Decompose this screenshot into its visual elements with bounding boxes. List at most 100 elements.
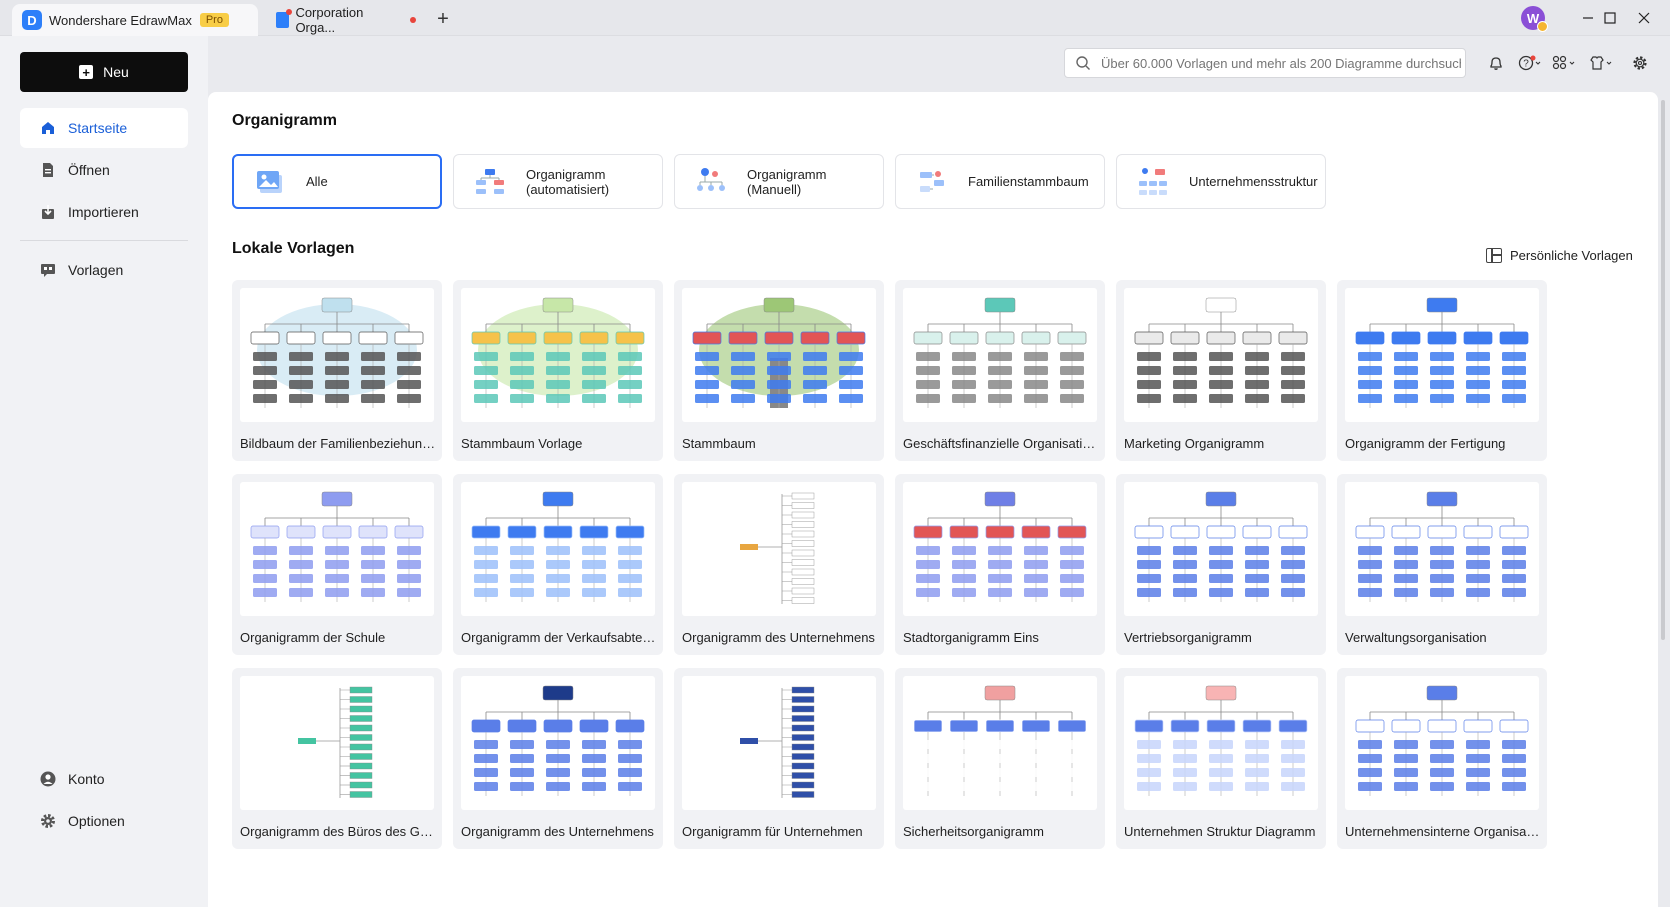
template-thumbnail[interactable] — [1124, 676, 1318, 810]
sidebar-item-vorlagen[interactable]: Vorlagen — [20, 250, 188, 290]
org-chart-preview-icon — [250, 297, 424, 408]
personal-templates-link[interactable]: Persönliche Vorlagen — [1486, 248, 1633, 263]
template-card[interactable]: Organigramm der Verkaufsabteilung — [453, 474, 663, 655]
app-name: Wondershare EdrawMax — [49, 12, 192, 28]
template-thumbnail[interactable] — [461, 288, 655, 422]
template-thumbnail[interactable] — [240, 288, 434, 422]
template-thumbnail[interactable] — [461, 482, 655, 616]
org-chart-preview-icon — [1355, 491, 1529, 602]
template-card[interactable]: Unternehmen Struktur Diagramm — [1116, 668, 1326, 849]
settings-icon — [41, 814, 55, 828]
template-label: Organigramm des Büros des Gener... — [240, 824, 436, 839]
template-thumbnail[interactable] — [461, 676, 655, 810]
sidebar-item-konto[interactable]: Konto — [20, 759, 188, 799]
template-thumbnail[interactable] — [1345, 482, 1539, 616]
category-organigramm-manuell[interactable]: Organigramm (Manuell) — [674, 154, 884, 209]
search-box[interactable] — [1064, 48, 1466, 78]
template-card[interactable]: Verwaltungsorganisation — [1337, 474, 1547, 655]
sidebar-divider — [20, 240, 188, 241]
category-section-title: Organigramm — [232, 112, 337, 129]
category-familienstammbaum[interactable]: Familienstammbaum — [895, 154, 1105, 209]
template-card[interactable]: Organigramm für Unternehmen — [674, 668, 884, 849]
template-card[interactable]: Organigramm des Unternehmens — [453, 668, 663, 849]
template-label: Bildbaum der Familienbeziehungen — [240, 436, 436, 451]
template-label: Organigramm des Unternehmens — [682, 630, 875, 645]
template-label: Organigramm für Unternehmen — [682, 824, 863, 839]
sidebar-item-label: Konto — [68, 771, 105, 787]
new-tab-button[interactable]: + — [430, 6, 456, 32]
template-card[interactable]: Organigramm der Fertigung — [1337, 280, 1547, 461]
help-icon: ? — [1518, 55, 1541, 71]
template-card[interactable]: Organigramm der Schule — [232, 474, 442, 655]
template-thumbnail[interactable] — [240, 676, 434, 810]
template-label: Marketing Organigramm — [1124, 436, 1265, 451]
org-chart-preview-icon — [250, 491, 424, 602]
template-label: Organigramm der Fertigung — [1345, 436, 1506, 451]
family-tree-icon — [920, 170, 944, 192]
category-label: Alle — [306, 174, 328, 189]
template-thumbnail[interactable] — [1345, 676, 1539, 810]
org-chart-preview-icon — [1355, 297, 1529, 408]
template-thumbnail[interactable] — [903, 482, 1097, 616]
template-thumbnail[interactable] — [682, 676, 876, 810]
notifications-button[interactable] — [1485, 54, 1507, 72]
scrollbar-thumb[interactable] — [1661, 100, 1665, 640]
templates-icon — [41, 264, 55, 277]
sidebar-item-label: Vorlagen — [68, 262, 124, 278]
org-chart-auto-icon — [476, 168, 504, 194]
template-label: Geschäftsfinanzielle Organisationss... — [903, 436, 1099, 451]
template-thumbnail[interactable] — [903, 676, 1097, 810]
bell-icon — [1490, 57, 1502, 70]
category-label: Unternehmensstruktur — [1189, 174, 1318, 189]
close-icon — [1638, 12, 1650, 24]
template-card[interactable]: Geschäftsfinanzielle Organisationss... — [895, 280, 1105, 461]
open-file-icon — [43, 163, 53, 177]
template-card[interactable]: Vertriebsorganigramm — [1116, 474, 1326, 655]
tab-home[interactable]: D Wondershare EdrawMax Pro — [12, 4, 258, 36]
template-label: Sicherheitsorganigramm — [903, 824, 1044, 839]
tab-document[interactable]: Corporation Orga... — [266, 4, 426, 36]
skin-button[interactable] — [1588, 54, 1614, 72]
template-card[interactable]: Organigramm des Unternehmens — [674, 474, 884, 655]
template-thumbnail[interactable] — [240, 482, 434, 616]
sidebar-item-startseite[interactable]: Startseite — [20, 108, 188, 148]
template-card[interactable]: Unternehmensinterne Organisatio... — [1337, 668, 1547, 849]
template-card[interactable]: Bildbaum der Familienbeziehungen — [232, 280, 442, 461]
category-label: Organigramm (automatisiert) — [526, 166, 610, 197]
org-chart-preview-icon — [298, 686, 373, 798]
apps-button[interactable] — [1551, 54, 1577, 72]
sidebar-item-oeffnen[interactable]: Öffnen — [20, 150, 188, 190]
template-thumbnail[interactable] — [1124, 482, 1318, 616]
sidebar-item-importieren[interactable]: Importieren — [20, 192, 188, 232]
sidebar-item-optionen[interactable]: Optionen — [20, 801, 188, 841]
unsaved-indicator — [410, 17, 416, 23]
help-button[interactable]: ? — [1517, 54, 1543, 72]
template-card[interactable]: Sicherheitsorganigramm — [895, 668, 1105, 849]
template-card[interactable]: Marketing Organigramm — [1116, 280, 1326, 461]
category-alle[interactable]: Alle — [232, 154, 442, 209]
template-label: Unternehmensinterne Organisatio... — [1345, 824, 1541, 839]
template-thumbnail[interactable] — [903, 288, 1097, 422]
new-button[interactable]: + Neu — [20, 52, 188, 92]
template-thumbnail[interactable] — [1124, 288, 1318, 422]
category-unternehmensstruktur[interactable]: Unternehmensstruktur — [1116, 154, 1326, 209]
category-organigramm-automatisiert[interactable]: Organigramm (automatisiert) — [453, 154, 663, 209]
template-card[interactable]: Stammbaum — [674, 280, 884, 461]
org-chart-preview-icon — [1355, 685, 1529, 796]
user-avatar[interactable]: W — [1521, 6, 1548, 32]
template-label: Unternehmen Struktur Diagramm — [1124, 824, 1316, 839]
template-thumbnail[interactable] — [682, 288, 876, 422]
settings-button[interactable] — [1629, 54, 1651, 72]
template-thumbnail[interactable] — [682, 482, 876, 616]
org-chart-preview-icon — [471, 297, 645, 408]
sidebar: + Neu Startseite Öffnen Importieren Vorl… — [0, 36, 208, 907]
org-chart-preview-icon — [1134, 491, 1308, 602]
template-card[interactable]: Organigramm des Büros des Gener... — [232, 668, 442, 849]
template-card[interactable]: Stammbaum Vorlage — [453, 280, 663, 461]
template-thumbnail[interactable] — [1345, 288, 1539, 422]
title-bar: D Wondershare EdrawMax Pro Corporation O… — [0, 0, 1670, 36]
close-button[interactable] — [1624, 4, 1664, 32]
template-card[interactable]: Stadtorganigramm Eins — [895, 474, 1105, 655]
home-icon — [42, 122, 54, 134]
search-input[interactable] — [1101, 55, 1461, 71]
